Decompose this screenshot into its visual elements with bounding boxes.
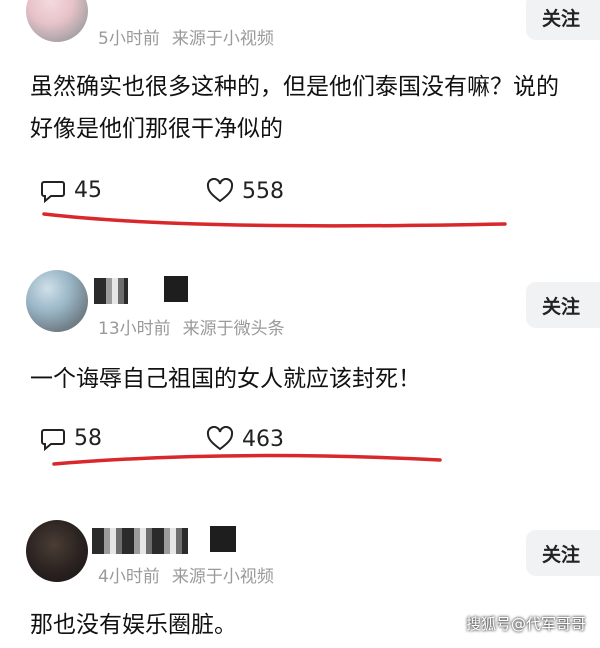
like-count[interactable]: 558 xyxy=(206,178,284,204)
comment-meta: 13小时前 来源于微头条 xyxy=(98,314,285,339)
comment-time: 13小时前 xyxy=(98,319,171,339)
comment-source: 来源于小视频 xyxy=(171,29,274,49)
follow-button[interactable]: 关注 xyxy=(526,282,600,328)
comment-source: 来源于微头条 xyxy=(182,319,285,339)
censored-username xyxy=(210,526,236,552)
follow-button[interactable]: 关注 xyxy=(526,530,600,576)
comment-text: 虽然确实也很多这种的，但是他们泰国没有嘛？说的 好像是他们那很干净似的 xyxy=(30,66,600,150)
red-underline xyxy=(52,453,442,466)
comment-bubble-icon xyxy=(41,428,65,451)
comment-card: 5小时前 来源于小视频 关注 虽然确实也很多这种的，但是他们泰国没有嘛？说的 好像… xyxy=(0,0,600,240)
avatar[interactable] xyxy=(26,0,88,42)
red-underline xyxy=(42,212,507,228)
reply-count-value: 45 xyxy=(74,178,102,203)
like-count[interactable]: 463 xyxy=(206,426,284,452)
comment-time: 5小时前 xyxy=(98,29,160,49)
avatar[interactable] xyxy=(26,270,88,332)
comment-source: 来源于小视频 xyxy=(171,567,274,587)
censored-username xyxy=(164,276,188,302)
comment-text: 一个诲辱自己祖国的女人就应该封死！ xyxy=(30,358,600,400)
follow-button[interactable]: 关注 xyxy=(526,0,600,40)
heart-icon xyxy=(206,178,234,203)
comment-bubble-icon xyxy=(41,180,65,203)
comment-meta: 4小时前 来源于小视频 xyxy=(98,562,274,587)
heart-icon xyxy=(206,426,234,451)
reply-count-value: 58 xyxy=(74,426,102,451)
comment-text-line: 好像是他们那很干净似的 xyxy=(30,116,283,142)
comment-text-line: 虽然确实也很多这种的，但是他们泰国没有嘛？说的 xyxy=(30,74,559,100)
censored-username xyxy=(94,278,128,304)
watermark: 搜狐号@代军哥哥 xyxy=(465,615,586,633)
reply-count[interactable]: 58 xyxy=(40,426,102,451)
avatar[interactable] xyxy=(26,520,88,582)
comment-time: 4小时前 xyxy=(98,567,160,587)
like-count-value: 463 xyxy=(242,426,284,452)
censored-username xyxy=(92,528,188,554)
comment-card: 13小时前 来源于微头条 关注 一个诲辱自己祖国的女人就应该封死！ 58 463 xyxy=(0,262,600,482)
comment-text-line: 一个诲辱自己祖国的女人就应该封死！ xyxy=(30,366,421,392)
like-count-value: 558 xyxy=(242,178,284,204)
reply-count[interactable]: 45 xyxy=(40,178,102,203)
comment-meta: 5小时前 来源于小视频 xyxy=(98,24,274,49)
